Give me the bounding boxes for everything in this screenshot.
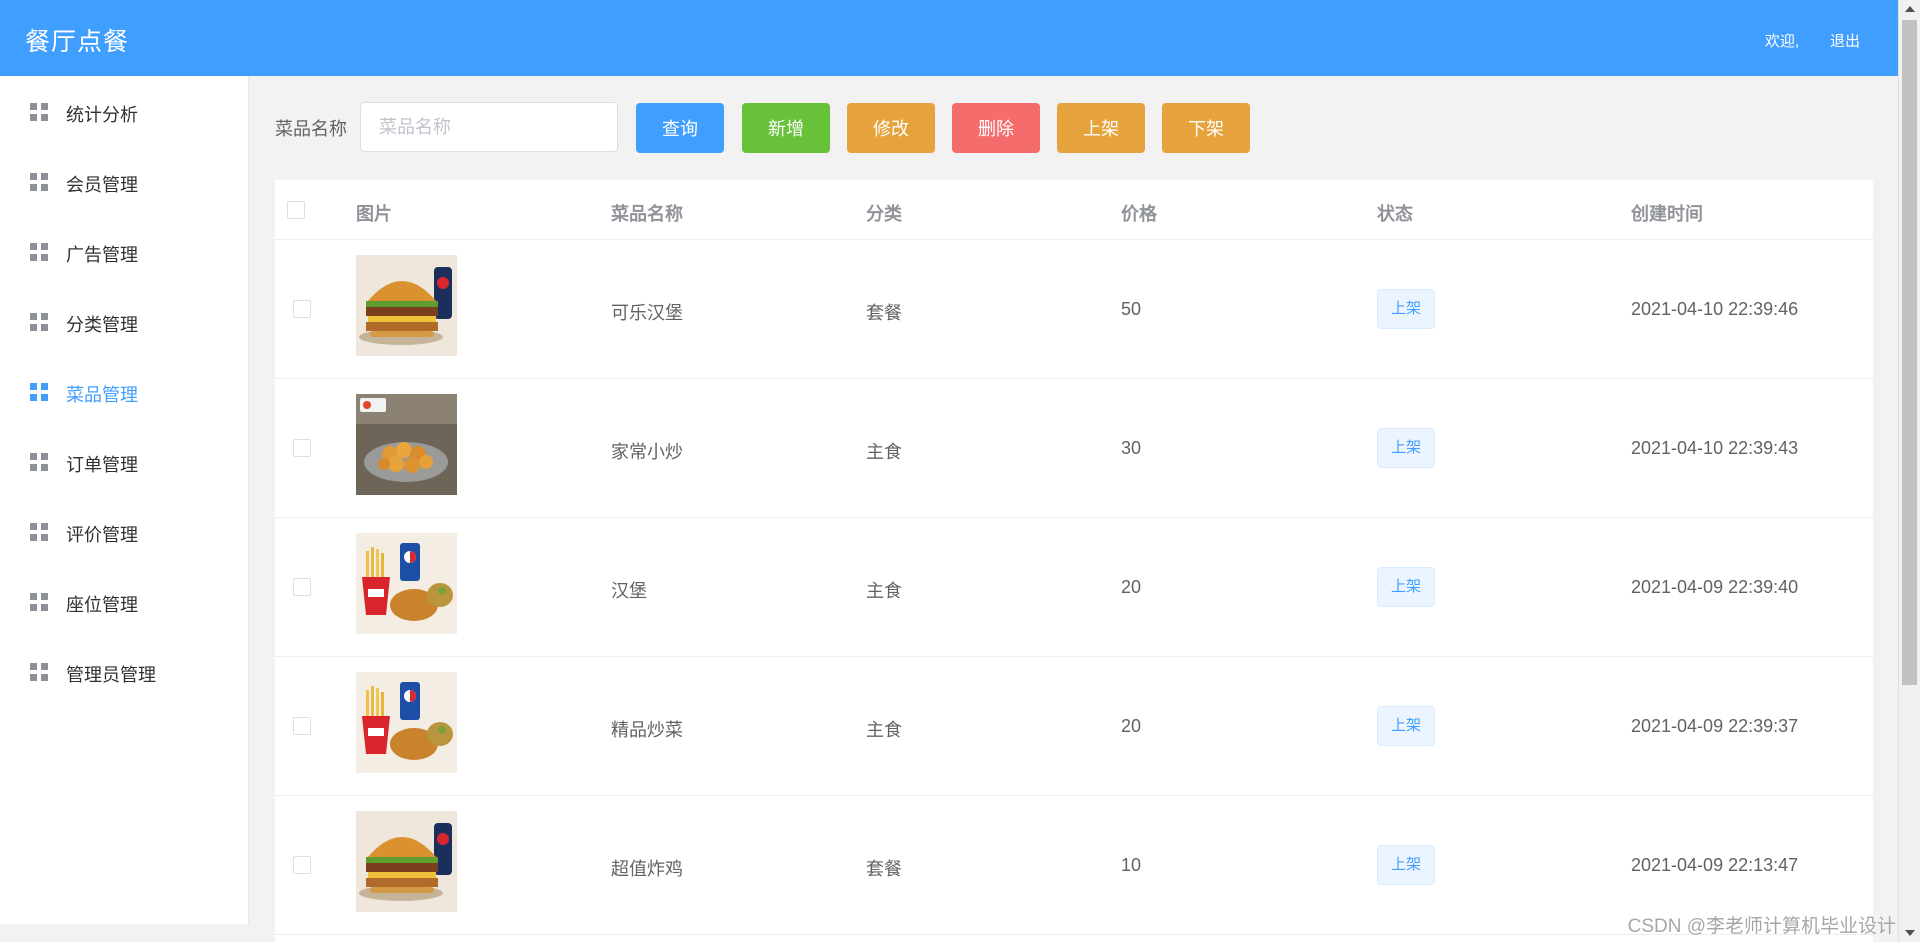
grid-icon [30, 313, 48, 331]
page-scrollbar[interactable] [1898, 0, 1920, 942]
search-label: 菜品名称 [275, 119, 347, 139]
sidebar-item-label: 座位管理 [66, 595, 138, 615]
sidebar-item-label: 分类管理 [66, 315, 138, 335]
sidebar-item-label: 广告管理 [66, 245, 138, 265]
table-row[interactable]: 精品炒菜 主食 20 上架 2021-04-09 22:39:37 [275, 657, 1873, 796]
sidebar-item-label: 管理员管理 [66, 665, 156, 685]
dish-name: 精品炒菜 [611, 720, 683, 740]
dish-price: 30 [1121, 438, 1142, 458]
row-checkbox[interactable] [293, 856, 311, 874]
column-header-created: 创建时间 [1631, 204, 1703, 224]
dish-name: 可乐汉堡 [611, 303, 683, 323]
status-badge: 上架 [1377, 706, 1435, 746]
table-header: 图片 菜品名称 分类 价格 状态 创建时间 [275, 180, 1873, 240]
sidebar-item-categories[interactable]: 分类管理 [0, 286, 249, 356]
dish-name: 超值炸鸡 [611, 859, 683, 879]
created-time: 2021-04-09 22:39:40 [1631, 577, 1799, 597]
column-header-price: 价格 [1121, 204, 1157, 224]
dish-name: 家常小炒 [611, 442, 683, 462]
scrollbar-thumb[interactable] [1902, 20, 1917, 685]
column-header-status: 状态 [1377, 204, 1413, 224]
dish-price: 20 [1121, 577, 1142, 597]
top-header: 餐厅点餐 欢迎, 退出 [0, 0, 1898, 76]
sidebar-item-orders[interactable]: 订单管理 [0, 426, 249, 496]
sidebar-item-label: 统计分析 [66, 105, 138, 125]
created-time: 2021-04-10 22:39:43 [1631, 438, 1799, 458]
app-title: 餐厅点餐 [25, 28, 130, 56]
table-row[interactable]: 可乐汉堡 套餐 50 上架 2021-04-10 22:39:46 [275, 240, 1873, 379]
grid-icon [30, 383, 48, 401]
column-header-image: 图片 [356, 204, 392, 224]
grid-icon [30, 103, 48, 121]
grid-icon [30, 243, 48, 261]
sidebar-item-label: 评价管理 [66, 525, 138, 545]
dish-price: 20 [1121, 716, 1142, 736]
watermark-text: CSDN @李老师计算机毕业设计 [1627, 916, 1896, 937]
column-header-category: 分类 [866, 204, 902, 224]
add-button[interactable]: 新增 [742, 103, 830, 153]
dish-name: 汉堡 [611, 581, 647, 601]
status-badge: 上架 [1377, 845, 1435, 885]
sidebar-item-members[interactable]: 会员管理 [0, 146, 249, 216]
dish-name-search-input[interactable] [360, 102, 618, 152]
take-off-shelf-button[interactable]: 下架 [1162, 103, 1250, 153]
sidebar-item-dishes[interactable]: 菜品管理 [0, 356, 249, 426]
column-header-name: 菜品名称 [611, 204, 683, 224]
grid-icon [30, 173, 48, 191]
burger-image [356, 811, 457, 912]
sidebar-item-statistics[interactable]: 统计分析 [0, 76, 249, 146]
grid-icon [30, 663, 48, 681]
delete-button[interactable]: 删除 [952, 103, 1040, 153]
dish-price: 50 [1121, 299, 1142, 319]
grid-icon [30, 523, 48, 541]
sidebar-item-admins[interactable]: 管理员管理 [0, 636, 249, 706]
scroll-up-arrow-icon[interactable] [1905, 6, 1915, 12]
created-time: 2021-04-09 22:13:47 [1631, 855, 1799, 875]
edit-button[interactable]: 修改 [847, 103, 935, 153]
table-row[interactable]: 家常小炒 主食 30 上架 2021-04-10 22:39:43 [275, 379, 1873, 518]
dish-category: 主食 [866, 442, 902, 462]
scroll-down-arrow-icon[interactable] [1905, 930, 1915, 936]
created-time: 2021-04-10 22:39:46 [1631, 299, 1799, 319]
grid-icon [30, 453, 48, 471]
sidebar-item-reviews[interactable]: 评价管理 [0, 496, 249, 566]
row-checkbox[interactable] [293, 300, 311, 318]
sidebar-item-label: 会员管理 [66, 175, 138, 195]
dishes-table: 图片 菜品名称 分类 价格 状态 创建时间 可乐汉堡 套餐 50 上架 2021… [275, 180, 1873, 942]
burger-image [356, 255, 457, 356]
status-badge: 上架 [1377, 428, 1435, 468]
table-row[interactable]: 汉堡 主食 20 上架 2021-04-09 22:39:40 [275, 518, 1873, 657]
combo-meal-image [356, 672, 457, 773]
row-checkbox[interactable] [293, 578, 311, 596]
dish-category: 主食 [866, 720, 902, 740]
sidebar-item-seats[interactable]: 座位管理 [0, 566, 249, 636]
status-badge: 上架 [1377, 567, 1435, 607]
created-time: 2021-04-09 22:39:37 [1631, 716, 1799, 736]
dish-price: 10 [1121, 855, 1142, 875]
status-badge: 上架 [1377, 289, 1435, 329]
logout-link[interactable]: 退出 [1830, 30, 1860, 51]
dish-category: 套餐 [866, 859, 902, 879]
fried-chicken-image [356, 394, 457, 495]
query-button[interactable]: 查询 [636, 103, 724, 153]
sidebar-item-label: 菜品管理 [66, 385, 138, 405]
row-checkbox[interactable] [293, 717, 311, 735]
row-checkbox[interactable] [293, 439, 311, 457]
dish-category: 套餐 [866, 303, 902, 323]
sidebar-item-ads[interactable]: 广告管理 [0, 216, 249, 286]
dish-category: 主食 [866, 581, 902, 601]
sidebar: 统计分析 会员管理 广告管理 分类管理 菜品管理 订单管理 评价管理 座位管理 … [0, 76, 249, 924]
sidebar-item-label: 订单管理 [66, 455, 138, 475]
combo-meal-image [356, 533, 457, 634]
list-on-shelf-button[interactable]: 上架 [1057, 103, 1145, 153]
welcome-text: 欢迎, [1764, 33, 1799, 50]
select-all-checkbox[interactable] [287, 201, 305, 219]
grid-icon [30, 593, 48, 611]
